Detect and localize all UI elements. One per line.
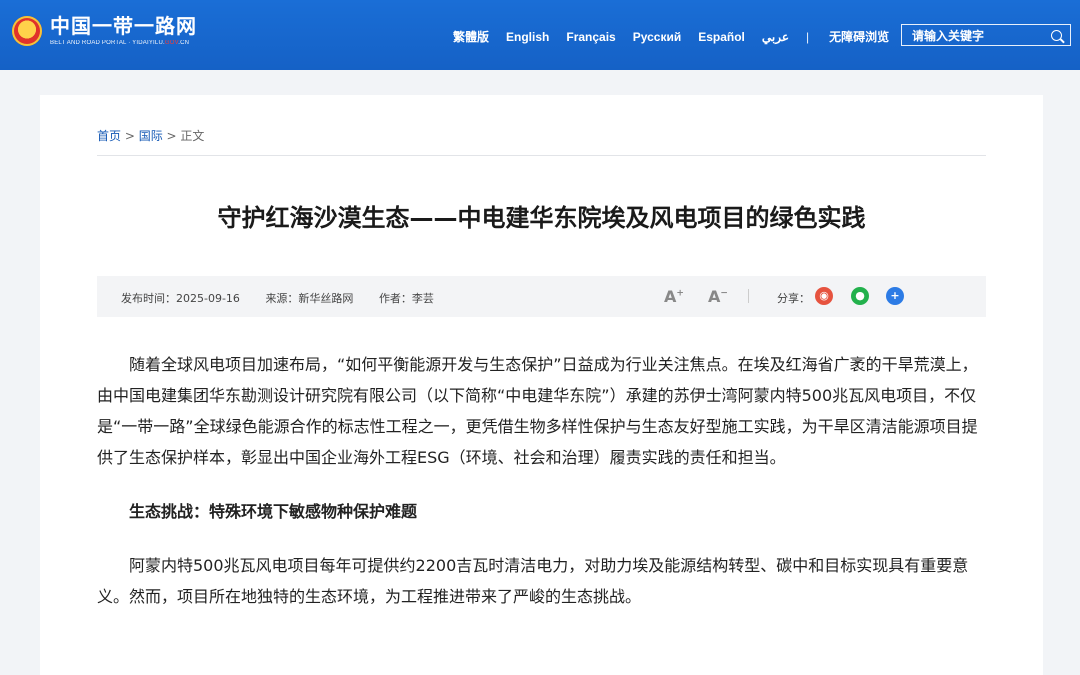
lang-french[interactable]: Français [566,30,615,44]
search-icon[interactable] [1051,29,1062,41]
article-body: 随着全球风电项目加速布局，“如何平衡能源开发与生态保护”日益成为行业关注焦点。在… [97,349,987,612]
lang-arabic[interactable]: عربي [762,30,789,44]
language-nav: 繁體版 English Français Русский Español عرب… [453,28,906,45]
search-input[interactable]: 请输入关键字 [901,24,1071,46]
font-decrease-button[interactable]: A− [708,287,728,306]
article-subheading: 生态挑战：特殊环境下敏感物种保护难题 [129,502,418,521]
accessibility-link[interactable]: 无障碍浏览 [829,28,889,45]
breadcrumb: 首页 > 国际 > 正文 [97,129,205,143]
site-logo[interactable]: 中国一带一路网 BELT AND ROAD PORTAL · YIDAIYILU… [12,16,197,46]
search-placeholder: 请输入关键字 [912,28,985,43]
lang-russian[interactable]: Русский [633,30,682,44]
article-title: 守护红海沙漠生态——中电建华东院埃及风电项目的绿色实践 [217,204,866,232]
wechat-share-icon[interactable]: ● [851,287,869,305]
article-container: 首页 > 国际 > 正文 守护红海沙漠生态——中电建华东院埃及风电项目的绿色实践… [40,95,1043,675]
article-source: 来源：新华丝路网 [265,292,354,305]
nav-divider: | [806,29,810,44]
weibo-share-icon[interactable]: ◉ [815,287,833,305]
publish-time: 发布时间：2025-09-16 [121,292,240,305]
logo-title: 中国一带一路网 [50,14,197,38]
article-author: 作者：李芸 [378,292,434,305]
lang-traditional-chinese[interactable]: 繁體版 [453,28,489,45]
breadcrumb-home[interactable]: 首页 [97,129,121,143]
logo-subtitle: BELT AND ROAD PORTAL · YIDAIYILU.GOV.CN [50,40,190,46]
share-label: 分享： [777,292,810,305]
lang-english[interactable]: English [506,30,549,44]
site-header: 中国一带一路网 BELT AND ROAD PORTAL · YIDAIYILU… [0,0,1080,70]
divider [97,155,986,156]
meta-divider [748,289,749,303]
national-emblem-icon [12,16,42,46]
share-more-icon[interactable]: + [886,287,904,305]
font-increase-button[interactable]: A+ [664,287,684,306]
article-meta-bar: 发布时间：2025-09-16 来源：新华丝路网 作者：李芸 A+ A− 分享：… [97,276,986,317]
lang-spanish[interactable]: Español [698,30,745,44]
breadcrumb-section[interactable]: 国际 [139,129,163,143]
article-paragraph: 阿蒙内特500兆瓦风电项目每年可提供约2200吉瓦时清洁电力，对助力埃及能源结构… [97,556,969,606]
article-paragraph: 随着全球风电项目加速布局，“如何平衡能源开发与生态保护”日益成为行业关注焦点。在… [97,355,978,467]
breadcrumb-current: 正文 [180,129,205,143]
